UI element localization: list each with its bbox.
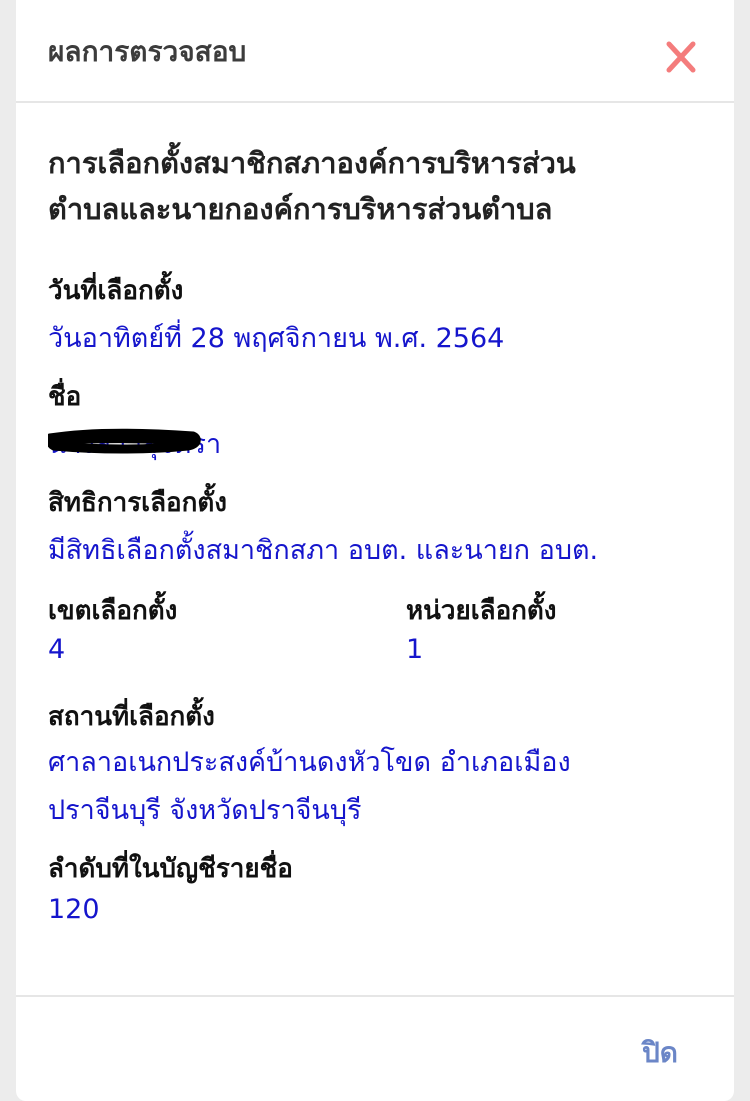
election-heading-line1: การเลือกตั้งสมาชิกสภาองค์การบริหารส่วน bbox=[48, 146, 576, 180]
election-date-value: วันอาทิตย์ที่ 28 พฤศจิกายน พ.ศ. 2564 bbox=[48, 323, 505, 354]
name-label: ชื่อ bbox=[48, 382, 82, 412]
location-value-line1: ศาลาอเนกประสงค์บ้านดงหัวโขด อำเภอเมือง bbox=[48, 747, 571, 778]
district-label: เขตเลือกตั้ง bbox=[48, 596, 178, 626]
redaction-scribble bbox=[48, 428, 201, 454]
close-button[interactable] bbox=[656, 36, 706, 82]
election-heading: การเลือกตั้งสมาชิกสภาองค์การบริหารส่วน ต… bbox=[48, 140, 576, 232]
list-order-label: ลำดับที่ในบัญชีรายชื่อ bbox=[48, 854, 293, 884]
dialog-header: ผลการตรวจสอบ bbox=[16, 0, 734, 103]
unit-value: 1 bbox=[406, 634, 424, 665]
result-dialog: ผลการตรวจสอบ การเลือกตั้งสมาชิกสภาองค์กา… bbox=[16, 0, 734, 1101]
location-value-line2: ปราจีนบุรี จังหวัดปราจีนบุรี bbox=[48, 795, 362, 826]
voting-rights-value: มีสิทธิเลือกตั้งสมาชิกสภา อบต. และนายก อ… bbox=[48, 535, 599, 566]
election-date-label: วันที่เลือกตั้ง bbox=[48, 276, 184, 306]
list-order-value: 120 bbox=[48, 894, 100, 925]
location-label: สถานที่เลือกตั้ง bbox=[48, 702, 215, 732]
election-heading-line2: ตำบลและนายกองค์การบริหารส่วนตำบล bbox=[48, 192, 553, 226]
district-value: 4 bbox=[48, 634, 66, 665]
dialog-title: ผลการตรวจสอบ bbox=[48, 35, 247, 68]
unit-label: หน่วยเลือกตั้ง bbox=[406, 596, 557, 626]
dialog-footer: ปิด bbox=[16, 995, 734, 1101]
voting-rights-label: สิทธิการเลือกตั้ง bbox=[48, 488, 227, 518]
close-dialog-button[interactable]: ปิด bbox=[642, 1031, 678, 1075]
close-icon bbox=[666, 41, 696, 73]
